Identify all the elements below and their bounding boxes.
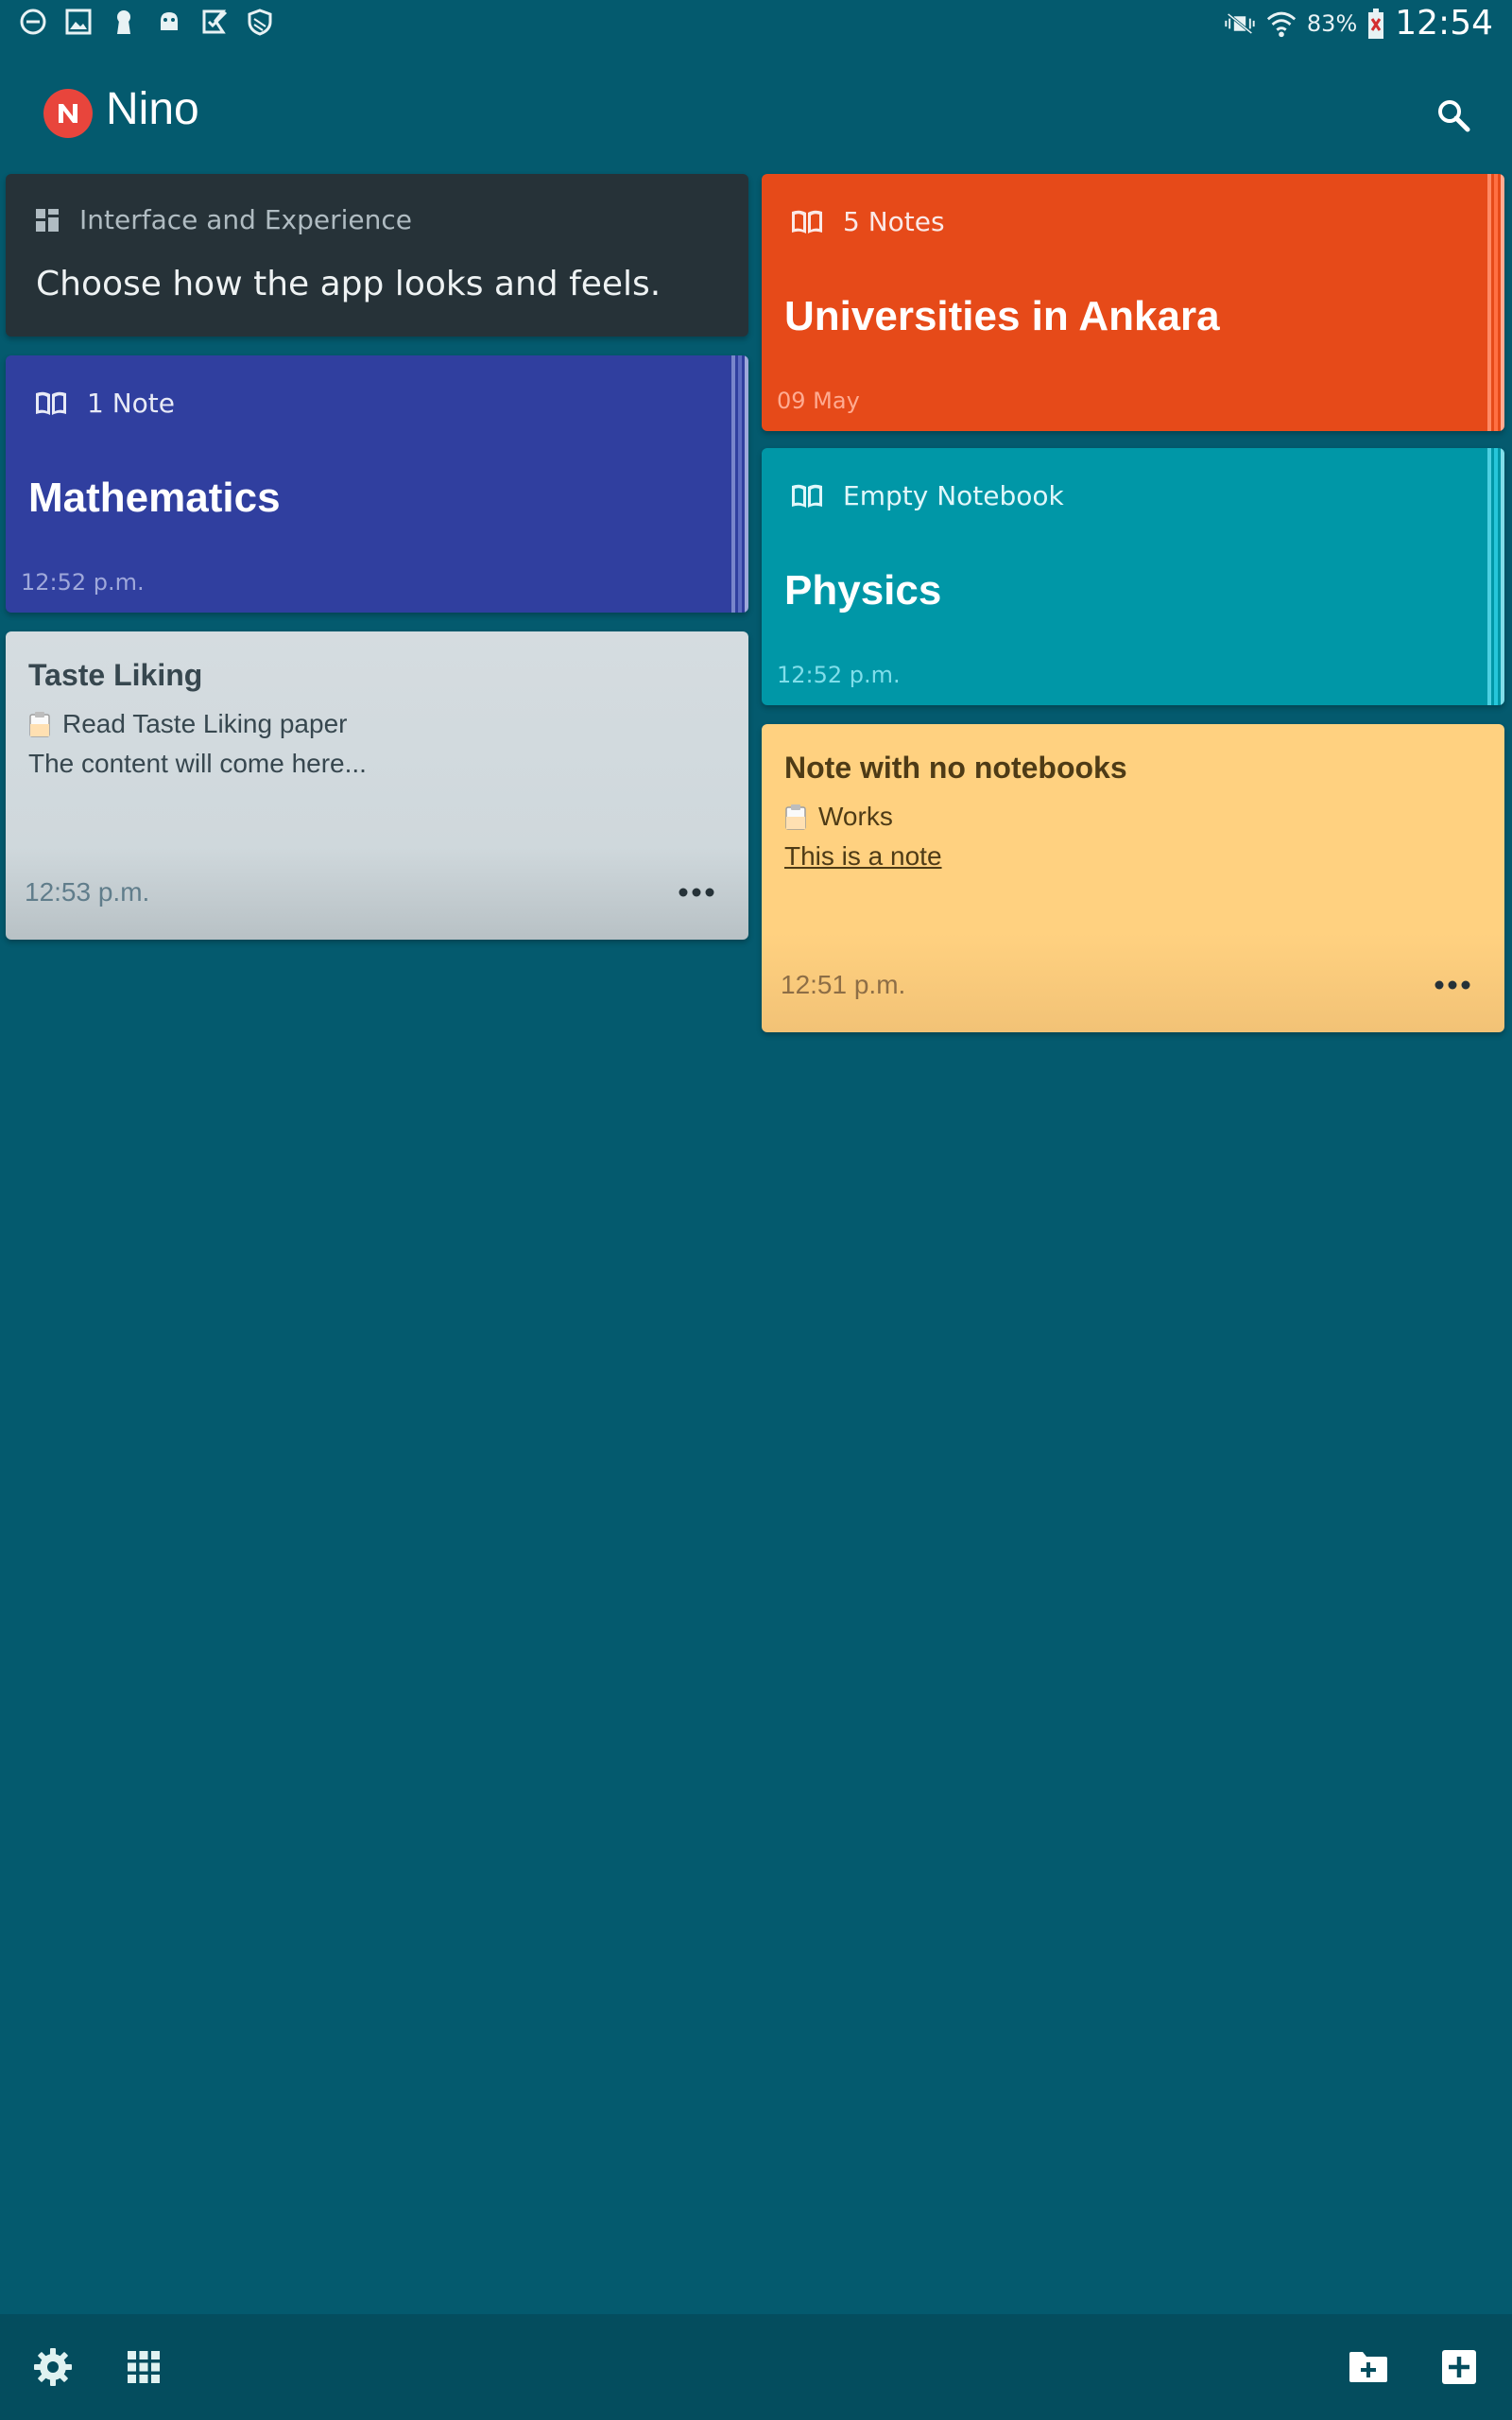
wifi-icon	[1265, 8, 1297, 40]
interface-card-text: Choose how the app looks and feels.	[36, 265, 662, 303]
note-time: 12:53 p.m.	[25, 877, 150, 907]
note-todo-item: Works	[784, 802, 893, 832]
notebook-card-physics[interactable]: Empty Notebook Physics 12:52 p.m.	[762, 448, 1504, 705]
notebook-header: Empty Notebook	[790, 480, 1064, 511]
notebook-title: Physics	[784, 567, 942, 614]
interface-experience-card[interactable]: Interface and Experience Choose how the …	[6, 174, 748, 337]
do-not-disturb-icon	[17, 6, 49, 38]
note-card-no-notebook[interactable]: Note with no notebooks Works This is a n…	[762, 724, 1504, 1032]
notebook-note-count: 5 Notes	[843, 206, 945, 237]
app-logo-icon	[43, 89, 93, 138]
note-more-button[interactable]	[673, 873, 720, 911]
android-icon	[153, 6, 185, 38]
book-open-icon	[36, 391, 66, 415]
note-body: The content will come here...	[28, 749, 367, 778]
apps-grid-button[interactable]	[113, 2337, 174, 2397]
notification-icons	[17, 6, 276, 38]
interface-card-category: Interface and Experience	[79, 204, 412, 235]
more-horizontal-icon	[679, 888, 714, 897]
note-todo-text: Read Taste Liking paper	[62, 709, 348, 738]
gear-icon	[34, 2348, 72, 2386]
note-title: Taste Liking	[28, 658, 203, 692]
notebook-note-count: 1 Note	[87, 388, 175, 419]
new-notebook-button[interactable]	[1338, 2337, 1399, 2397]
notebook-header: 5 Notes	[790, 206, 945, 237]
clipboard-icon	[29, 712, 50, 737]
clipboard-icon	[785, 804, 806, 830]
notebook-header: 1 Note	[34, 388, 175, 419]
battery-percent: 83%	[1306, 9, 1358, 37]
notebook-note-count: Empty Notebook	[843, 480, 1064, 511]
image-icon	[62, 6, 94, 38]
app-header: Nino	[0, 66, 1512, 161]
note-title: Note with no notebooks	[784, 751, 1127, 785]
search-button[interactable]	[1423, 85, 1484, 146]
note-todo-item: Read Taste Liking paper	[28, 709, 347, 739]
check-flag-icon	[198, 6, 231, 38]
battery-icon	[1366, 8, 1385, 40]
notebook-card-universities-in-ankara[interactable]: 5 Notes Universities in Ankara 09 May	[762, 174, 1504, 431]
note-time: 12:51 p.m.	[781, 970, 906, 999]
notebook-date: 12:52 p.m.	[777, 662, 901, 688]
clock: 12:54	[1395, 4, 1493, 43]
notebook-date: 12:52 p.m.	[21, 569, 145, 596]
app-title: Nino	[106, 84, 199, 134]
system-indicators: 83% 12:54	[1224, 4, 1493, 43]
notebook-page-stripes	[1484, 174, 1504, 431]
dashboard-icon	[36, 208, 59, 232]
interface-card-header: Interface and Experience	[34, 204, 412, 235]
book-open-icon	[792, 484, 822, 508]
note-todo-text: Works	[818, 802, 893, 831]
notebook-card-mathematics[interactable]: 1 Note Mathematics 12:52 p.m.	[6, 355, 748, 613]
book-open-icon	[792, 210, 822, 233]
note-more-button[interactable]	[1429, 966, 1476, 1004]
bottom-toolbar	[0, 2314, 1512, 2420]
settings-button[interactable]	[23, 2337, 83, 2397]
note-body: This is a note	[784, 841, 942, 871]
vibrate-mute-icon	[1224, 8, 1256, 40]
notebook-date: 09 May	[777, 388, 860, 414]
folder-add-icon	[1349, 2352, 1387, 2382]
new-note-button[interactable]	[1429, 2337, 1489, 2397]
notebook-title: Mathematics	[28, 475, 281, 521]
note-card-taste-liking[interactable]: Taste Liking Read Taste Liking paper The…	[6, 631, 748, 940]
status-bar: 83% 12:54	[0, 0, 1512, 49]
grid-icon	[128, 2351, 160, 2383]
keyhole-icon	[108, 6, 140, 38]
notebook-page-stripes	[728, 355, 748, 613]
notebook-page-stripes	[1484, 448, 1504, 705]
search-icon	[1438, 100, 1470, 132]
add-box-icon	[1442, 2350, 1476, 2384]
shield-icon	[244, 6, 276, 38]
notebook-title: Universities in Ankara	[784, 293, 1220, 339]
more-horizontal-icon	[1435, 980, 1470, 990]
